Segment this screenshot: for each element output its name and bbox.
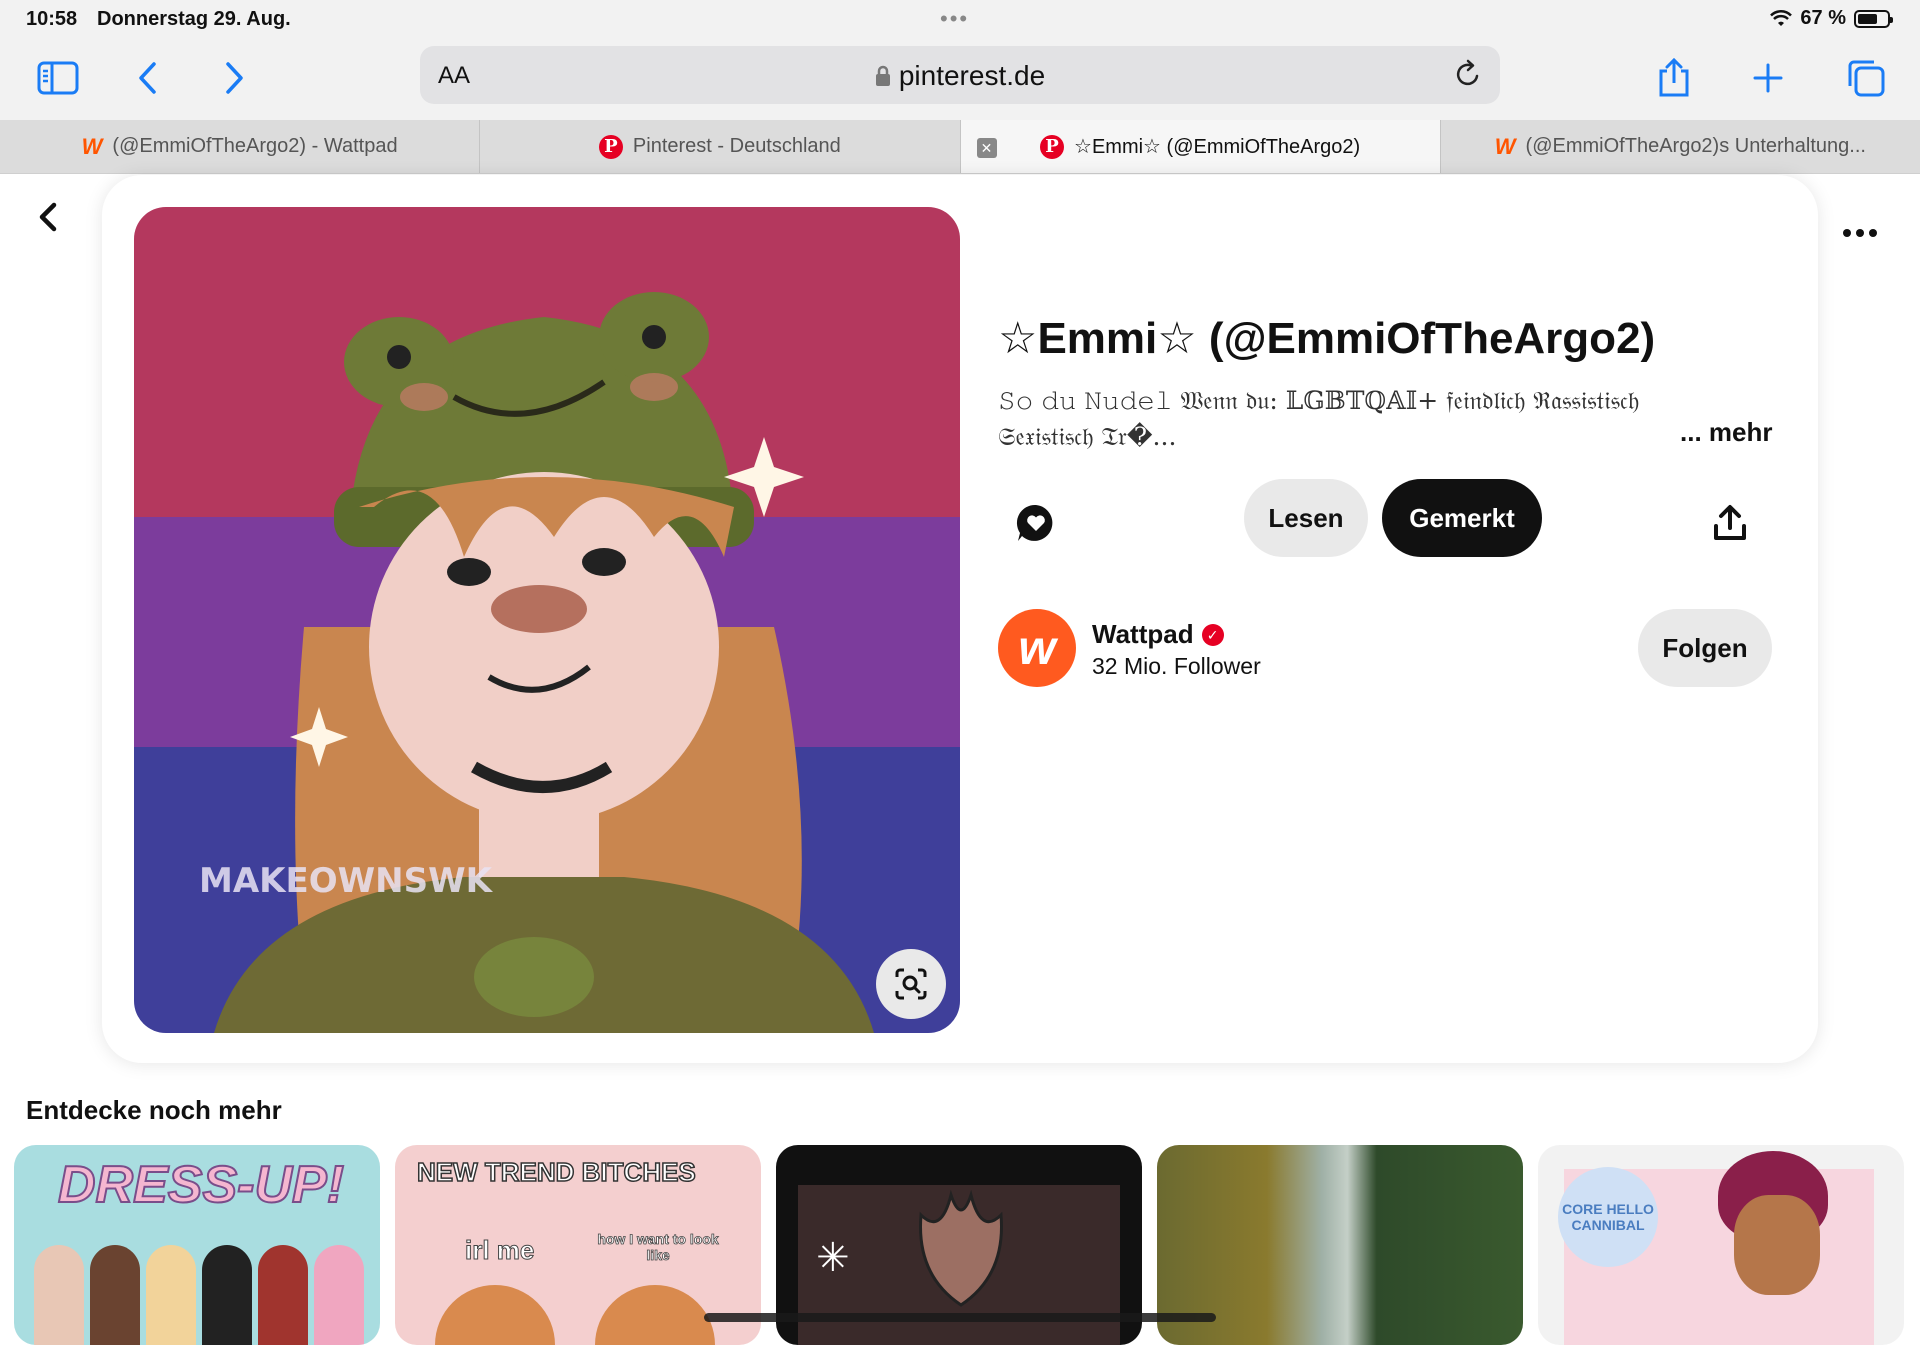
- url-display[interactable]: pinterest.de: [420, 60, 1500, 92]
- sidebar-icon[interactable]: [32, 52, 84, 104]
- address-bar[interactable]: AA pinterest.de: [420, 46, 1500, 104]
- pin-image[interactable]: MAKEOWNSWK: [134, 207, 960, 1033]
- status-right: 67 %: [1770, 7, 1893, 30]
- home-indicator[interactable]: [704, 1313, 1216, 1322]
- image-watermark: MAKEOWNSWK: [199, 861, 494, 901]
- tab-wattpad[interactable]: W (@EmmiOfTheArgo2) - Wattpad: [0, 120, 481, 173]
- follow-button[interactable]: Folgen: [1638, 609, 1772, 687]
- thumbnail-title: NEW TREND BITCHES: [416, 1156, 696, 1188]
- status-date: Donnerstag 29. Aug.: [97, 8, 291, 30]
- verified-check-icon: ✓: [1201, 623, 1224, 646]
- new-tab-plus-icon[interactable]: [1742, 52, 1794, 104]
- read-button[interactable]: Lesen: [1244, 479, 1368, 557]
- creator-followers: 32 Mio. Follower: [1092, 653, 1261, 679]
- tab-title: (@EmmiOfTheArgo2)s Unterhaltung...: [1525, 135, 1866, 157]
- forward-arrow-icon[interactable]: [208, 52, 260, 104]
- browser-toolbar: AA pinterest.de: [0, 38, 1920, 120]
- creator-avatar[interactable]: w: [998, 609, 1076, 687]
- pin-share-icon[interactable]: [1700, 493, 1760, 553]
- creator-name: Wattpad: [1092, 619, 1194, 649]
- description-more-link[interactable]: ... mehr: [1680, 417, 1772, 448]
- creator-name-row[interactable]: Wattpad ✓: [1092, 619, 1224, 650]
- wattpad-logo-icon: W: [81, 133, 103, 159]
- pin-illustration: MAKEOWNSWK: [134, 207, 960, 1033]
- tab-pinterest-deutschland[interactable]: P Pinterest - Deutschland: [480, 120, 961, 173]
- share-icon[interactable]: [1648, 52, 1700, 104]
- pinterest-logo-icon: P: [598, 134, 623, 159]
- tab-title: Pinterest - Deutschland: [632, 135, 841, 157]
- thumbnail-left-caption: irl me: [464, 1235, 535, 1266]
- url-text: pinterest.de: [898, 60, 1046, 91]
- circle-badge: CORE HELLO CANNIBAL: [1558, 1167, 1658, 1267]
- lock-icon: [875, 65, 890, 86]
- battery-icon: [1854, 9, 1893, 28]
- tab-emmi-active[interactable]: ✕ P ☆Emmi☆ (@EmmiOfTheArgo2): [960, 120, 1441, 173]
- comment-heart-icon[interactable]: [1006, 493, 1066, 553]
- tab-title: (@EmmiOfTheArgo2) - Wattpad: [112, 135, 398, 157]
- pin-card: MAKEOWNSWK ☆Emmi☆ (@EmmiOfTheArgo2) 𝚂𝚘 𝚍…: [102, 175, 1818, 1063]
- page-back-icon[interactable]: [28, 197, 68, 242]
- thumbnail-right-caption: how I want to look like: [597, 1231, 719, 1264]
- close-tab-icon[interactable]: ✕: [976, 138, 997, 158]
- pin-title: ☆Emmi☆ (@EmmiOfTheArgo2): [998, 314, 1656, 363]
- tab-title: ☆Emmi☆ (@EmmiOfTheArgo2): [1074, 136, 1361, 158]
- saved-button[interactable]: Gemerkt: [1382, 479, 1542, 557]
- status-bar: 10:58 Donnerstag 29. Aug. ••• 67 %: [0, 0, 1920, 38]
- reload-icon[interactable]: [1452, 58, 1484, 95]
- tab-bar: W (@EmmiOfTheArgo2) - Wattpad P Pinteres…: [0, 120, 1920, 174]
- thumbnail-title: DRESS-UP!: [57, 1155, 345, 1215]
- visual-search-icon[interactable]: [876, 949, 946, 1019]
- back-arrow-icon[interactable]: [122, 52, 174, 104]
- multitasking-dots-icon[interactable]: •••: [940, 6, 969, 32]
- pin-description: 𝚂𝚘 𝚍𝚞 𝙽𝚞𝚍𝚎𝚕 𝔚𝔢𝔫𝔫 𝔡𝔲: 𝕃𝔾𝔹𝕋ℚ𝔸𝕀+ 𝔣𝔢𝔦𝔫𝔡𝔩𝔦𝔠𝔥 …: [998, 386, 1640, 451]
- tulip-drawing: [919, 1189, 1003, 1307]
- more-options-icon[interactable]: [1824, 197, 1896, 269]
- tab-wattpad-conversations[interactable]: W (@EmmiOfTheArgo2)s Unterhaltung...: [1441, 120, 1920, 173]
- tab-overview-icon[interactable]: [1840, 52, 1892, 104]
- wattpad-logo-icon: W: [1494, 133, 1516, 159]
- battery-percent: 67 %: [1800, 7, 1846, 29]
- pinterest-page: MAKEOWNSWK ☆Emmi☆ (@EmmiOfTheArgo2) 𝚂𝚘 𝚍…: [0, 175, 1920, 1345]
- thumbnail-character[interactable]: CORE HELLO CANNIBAL: [1538, 1145, 1904, 1345]
- wifi-icon: [1770, 9, 1793, 26]
- thumbnail-characters: [34, 1245, 364, 1345]
- pinterest-logo-icon: P: [1040, 134, 1065, 159]
- thumbnail-dress-up[interactable]: DRESS-UP!: [14, 1145, 380, 1345]
- explore-more-heading: Entdecke noch mehr: [26, 1095, 282, 1125]
- sparkle-icon: ✳: [816, 1236, 850, 1280]
- status-time: 10:58: [26, 8, 78, 30]
